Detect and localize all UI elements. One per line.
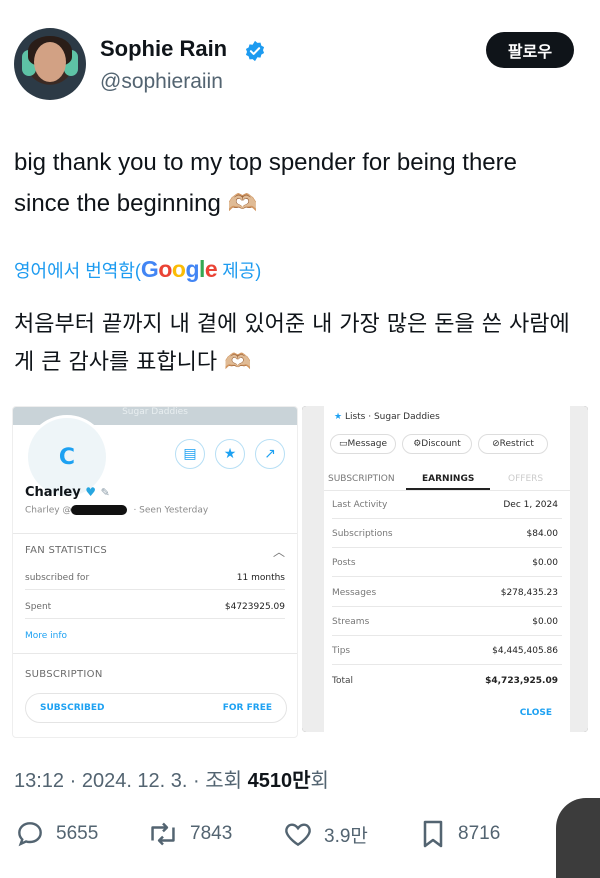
follow-button[interactable]: 팔로우 — [486, 32, 574, 68]
reply-count: 5655 — [56, 823, 99, 844]
bookmark-count: 8716 — [458, 823, 501, 844]
media-image-earnings[interactable]: ★ Lists · Sugar Daddies ▭ Message ⚙ Disc… — [302, 406, 588, 732]
stat-label: Spent — [25, 602, 52, 612]
earnings-label: Tips — [332, 646, 351, 656]
bookmark-icon — [423, 820, 443, 848]
subscription-pill: SUBSCRIBED FOR FREE — [25, 693, 287, 723]
for-free-label: FOR FREE — [222, 703, 272, 713]
fan-subline: Charley @ · Seen Yesterday — [25, 505, 209, 516]
tab-subscription: SUBSCRIPTION — [328, 474, 395, 484]
earnings-value: $4,723,925.09 — [485, 676, 558, 686]
heart-icon: ♥ — [85, 485, 97, 499]
earnings-label: Posts — [332, 558, 356, 568]
earnings-modal: ★ Lists · Sugar Daddies ▭ Message ⚙ Disc… — [324, 406, 570, 732]
stat-value: $4723925.09 — [224, 602, 285, 612]
subscription-title: SUBSCRIPTION — [25, 669, 103, 680]
tweet-text: big thank you to my top spender for bein… — [14, 149, 517, 217]
translated-text: 처음부터 끝까지 내 곁에 있어준 내 가장 많은 돈을 쓴 사람에게 큰 감사… — [14, 312, 570, 375]
notes-icon: ▤ — [175, 439, 205, 469]
pencil-icon: ✎ — [100, 486, 110, 499]
tab-earnings: EARNINGS — [422, 474, 475, 484]
heart-icon — [285, 823, 311, 847]
share-icon: ↗ — [255, 439, 285, 469]
translation-attribution-link[interactable]: 영어에서 번역함(Google 제공) — [14, 256, 261, 283]
earnings-label: Last Activity — [332, 500, 388, 510]
star-icon: ★ — [215, 439, 245, 469]
repost-count: 7843 — [190, 823, 233, 844]
earnings-value: $278,435.23 — [500, 588, 558, 598]
earnings-value: $84.00 — [526, 529, 559, 539]
media-image-fan-profile[interactable]: Sugar Daddies C ▤ ★ ↗ Charley ♥ ✎ Charle… — [12, 406, 298, 738]
message-button: ▭ Message — [330, 434, 396, 454]
author-avatar[interactable] — [14, 28, 86, 100]
reply-button[interactable]: 5655 — [14, 818, 98, 850]
background-page-right — [570, 406, 588, 732]
chevron-up-icon: ︿ — [272, 545, 285, 559]
star-icon: ★ — [334, 412, 343, 422]
background-page-left — [302, 406, 324, 732]
view-count: 4510만 — [247, 770, 311, 792]
verified-badge-icon — [245, 40, 265, 62]
reply-icon — [18, 822, 42, 847]
close-button: CLOSE — [519, 708, 552, 718]
redaction-mark — [71, 505, 128, 515]
translation-suffix: 제공) — [217, 261, 262, 281]
translation-prefix: 영어에서 번역함( — [14, 261, 141, 281]
author-handle[interactable]: @sophieraiin — [100, 70, 223, 94]
discount-button: ⚙ Discount — [402, 434, 472, 454]
fan-name: Charley ♥ ✎ — [25, 485, 110, 500]
tab-offers: OFFERS — [508, 474, 544, 484]
earnings-value: $0.00 — [532, 558, 558, 568]
tweet-metadata[interactable]: 13:12 · 2024. 12. 3. · 조회 4510만회 — [14, 764, 329, 793]
fan-statistics-title: FAN STATISTICS — [25, 545, 108, 556]
earnings-label: Total — [332, 676, 354, 686]
bookmark-button[interactable]: 8716 — [418, 818, 500, 850]
earnings-label: Messages — [332, 588, 377, 598]
timestamp: 13:12 · 2024. 12. 3. · 조회 — [14, 770, 248, 792]
stat-label: subscribed for — [25, 573, 90, 583]
earnings-value: $0.00 — [532, 617, 558, 627]
like-button[interactable]: 3.9만 — [282, 818, 368, 850]
earnings-value: $4,445,405.86 — [492, 646, 558, 656]
like-count: 3.9만 — [324, 825, 368, 847]
stat-value: 11 months — [236, 573, 285, 583]
share-icon[interactable] — [556, 798, 600, 878]
restrict-button: ⊘ Restrict — [478, 434, 548, 454]
repost-icon — [151, 822, 175, 846]
author-name[interactable]: Sophie Rain — [100, 36, 227, 62]
earnings-label: Subscriptions — [332, 529, 393, 539]
repost-button[interactable]: 7843 — [146, 818, 232, 850]
lists-line: ★ Lists · Sugar Daddies — [334, 412, 440, 422]
google-logo: Google — [140, 256, 218, 282]
earnings-value: Dec 1, 2024 — [503, 500, 558, 510]
more-info-link: More info — [25, 631, 68, 641]
earnings-label: Streams — [332, 617, 370, 627]
subscribed-label: SUBSCRIBED — [40, 703, 105, 713]
